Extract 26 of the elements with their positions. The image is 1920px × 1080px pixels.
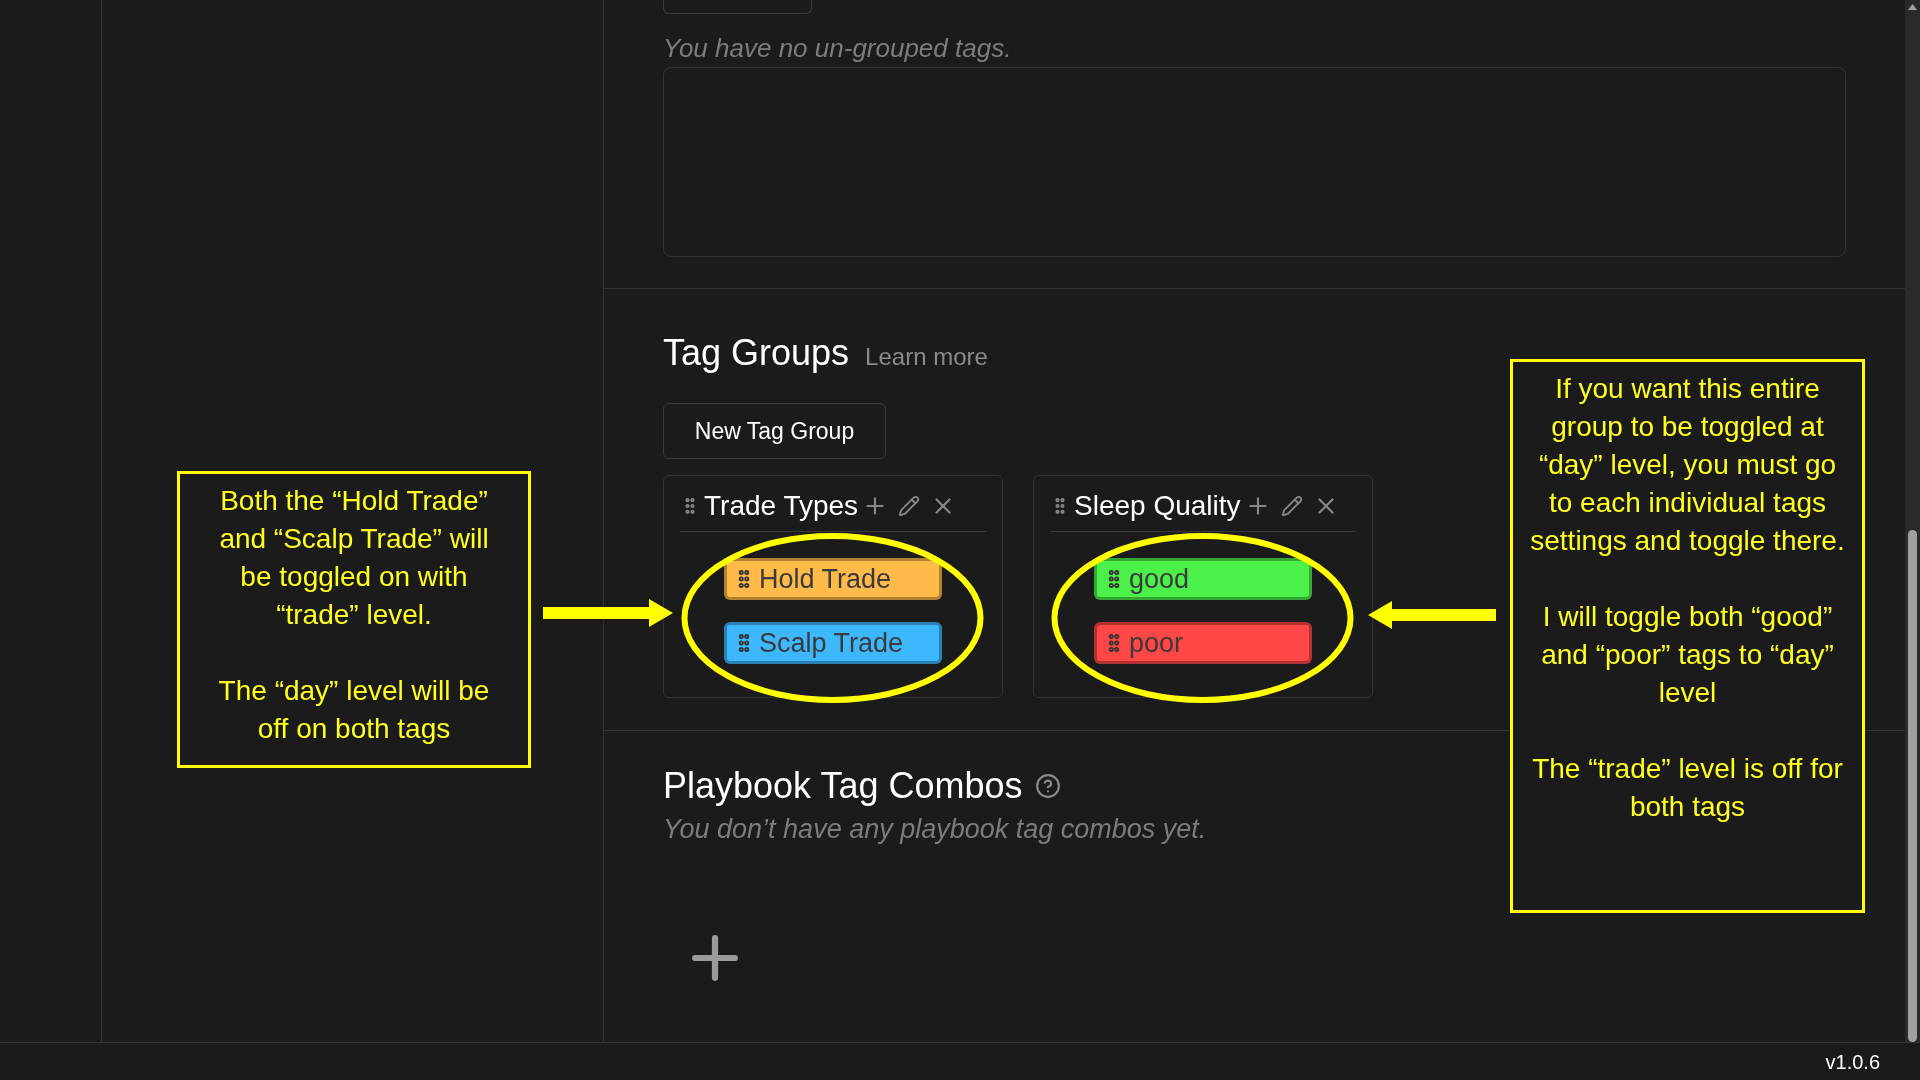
- new-tag-group-button[interactable]: New Tag Group: [663, 403, 886, 459]
- annotation-text: If you want this entire group to be toggled at “day” level, you must go to each individual tags settings and toggle there.: [1529, 372, 1846, 558]
- empty-message: You have no un-grouped tags.: [663, 32, 1013, 64]
- tag-chip[interactable]: good: [1094, 558, 1312, 600]
- empty-message: You don’t have any playbook tag combos yet.: [663, 813, 1207, 845]
- scroll-up-icon[interactable]: [1908, 4, 1917, 10]
- scrollbar[interactable]: [1905, 0, 1920, 1042]
- annotation-text: The “day” level will be off on both tags: [217, 674, 491, 746]
- scrollbar-thumb[interactable]: [1908, 530, 1917, 1042]
- edit-icon[interactable]: [898, 494, 921, 517]
- tag-chip[interactable]: poor: [1094, 622, 1312, 664]
- tag-chip[interactable]: Hold Trade: [724, 558, 942, 600]
- section-title: Tag Groups: [663, 331, 850, 375]
- annotation-text: I will toggle both “good” and “poor” tags to “day” level: [1540, 600, 1835, 710]
- learn-more-link[interactable]: Learn more: [865, 339, 988, 375]
- group-title: Trade Types: [704, 488, 859, 523]
- version-label: v1.0.6: [1825, 1049, 1880, 1075]
- group-title: Sleep Quality: [1074, 488, 1241, 523]
- tag-chip[interactable]: Scalp Trade: [724, 622, 942, 664]
- edit-icon[interactable]: [1280, 494, 1303, 517]
- annotation-text: Both the “Hold Trade” and “Scalp Trade” will be toggled on with “trade” level.: [218, 484, 490, 632]
- help-icon[interactable]: [1034, 773, 1061, 799]
- arrow-left-icon: [1367, 600, 1498, 630]
- arrow-right-icon: [541, 598, 674, 628]
- section-title: Playbook Tag Combos: [663, 764, 1023, 808]
- annotation-text: The “trade” level is off for both tags: [1531, 752, 1844, 824]
